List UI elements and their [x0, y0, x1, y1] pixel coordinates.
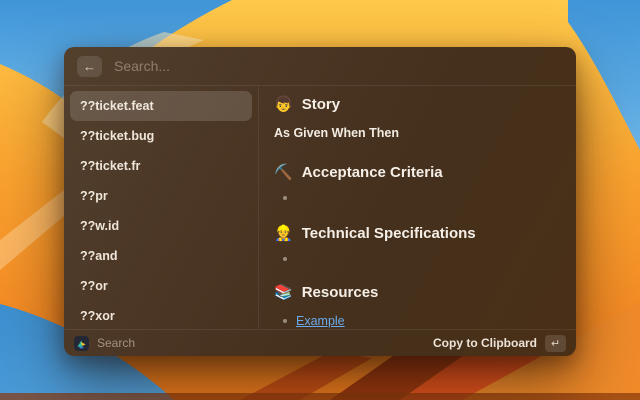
- list-item-xor[interactable]: ??xor: [70, 301, 252, 331]
- list-item-w-id[interactable]: ??w.id: [70, 211, 252, 241]
- resource-bullet-item: Example: [283, 314, 560, 328]
- boy-emoji-icon: 👦: [274, 97, 293, 112]
- return-key-icon: ↵: [545, 335, 566, 352]
- story-body-text: As Given When Then: [274, 126, 560, 140]
- section-story: 👦 Story: [274, 95, 560, 114]
- example-link[interactable]: Example: [296, 314, 345, 328]
- section-title-text: Technical Specifications: [302, 224, 476, 243]
- empty-bullet-item: [283, 196, 560, 200]
- bird-icon: [75, 337, 88, 350]
- list-item-ticket-feat[interactable]: ??ticket.feat: [70, 91, 252, 121]
- copy-to-clipboard-button[interactable]: Copy to Clipboard: [433, 336, 537, 350]
- section-resources: 📚 Resources: [274, 283, 560, 302]
- command-app-icon: [74, 336, 89, 351]
- empty-bullet-item: [283, 257, 560, 261]
- section-title-text: Resources: [302, 283, 379, 302]
- list-item-ticket-fr[interactable]: ??ticket.fr: [70, 151, 252, 181]
- bullet-icon: [283, 196, 287, 200]
- action-bar: Search Copy to Clipboard ↵: [64, 329, 576, 356]
- pickaxe-emoji-icon: ⛏️: [274, 165, 293, 180]
- books-emoji-icon: 📚: [274, 285, 293, 300]
- section-technical-specifications: 👷 Technical Specifications: [274, 224, 560, 243]
- list-item-ticket-bug[interactable]: ??ticket.bug: [70, 121, 252, 151]
- construction-worker-emoji-icon: 👷: [274, 226, 293, 241]
- snippet-list: ??ticket.feat ??ticket.bug ??ticket.fr ?…: [64, 86, 259, 329]
- section-acceptance-criteria: ⛏️ Acceptance Criteria: [274, 163, 560, 182]
- snippet-preview: 👦 Story As Given When Then ⛏️ Acceptance…: [259, 86, 576, 329]
- section-title-text: Acceptance Criteria: [302, 163, 443, 182]
- search-bar: ← Search...: [64, 47, 576, 86]
- main-area: ??ticket.feat ??ticket.bug ??ticket.fr ?…: [64, 86, 576, 329]
- search-input[interactable]: Search...: [114, 58, 170, 74]
- section-title-text: Story: [302, 95, 340, 114]
- back-button[interactable]: ←: [77, 56, 102, 77]
- footer-mode-label: Search: [97, 336, 135, 350]
- list-item-and[interactable]: ??and: [70, 241, 252, 271]
- bullet-icon: [283, 257, 287, 261]
- app-window: ← Search... ??ticket.feat ??ticket.bug ?…: [64, 47, 576, 356]
- back-arrow-icon: ←: [83, 60, 96, 73]
- list-item-pr[interactable]: ??pr: [70, 181, 252, 211]
- bullet-icon: [283, 319, 287, 323]
- list-item-or[interactable]: ??or: [70, 271, 252, 301]
